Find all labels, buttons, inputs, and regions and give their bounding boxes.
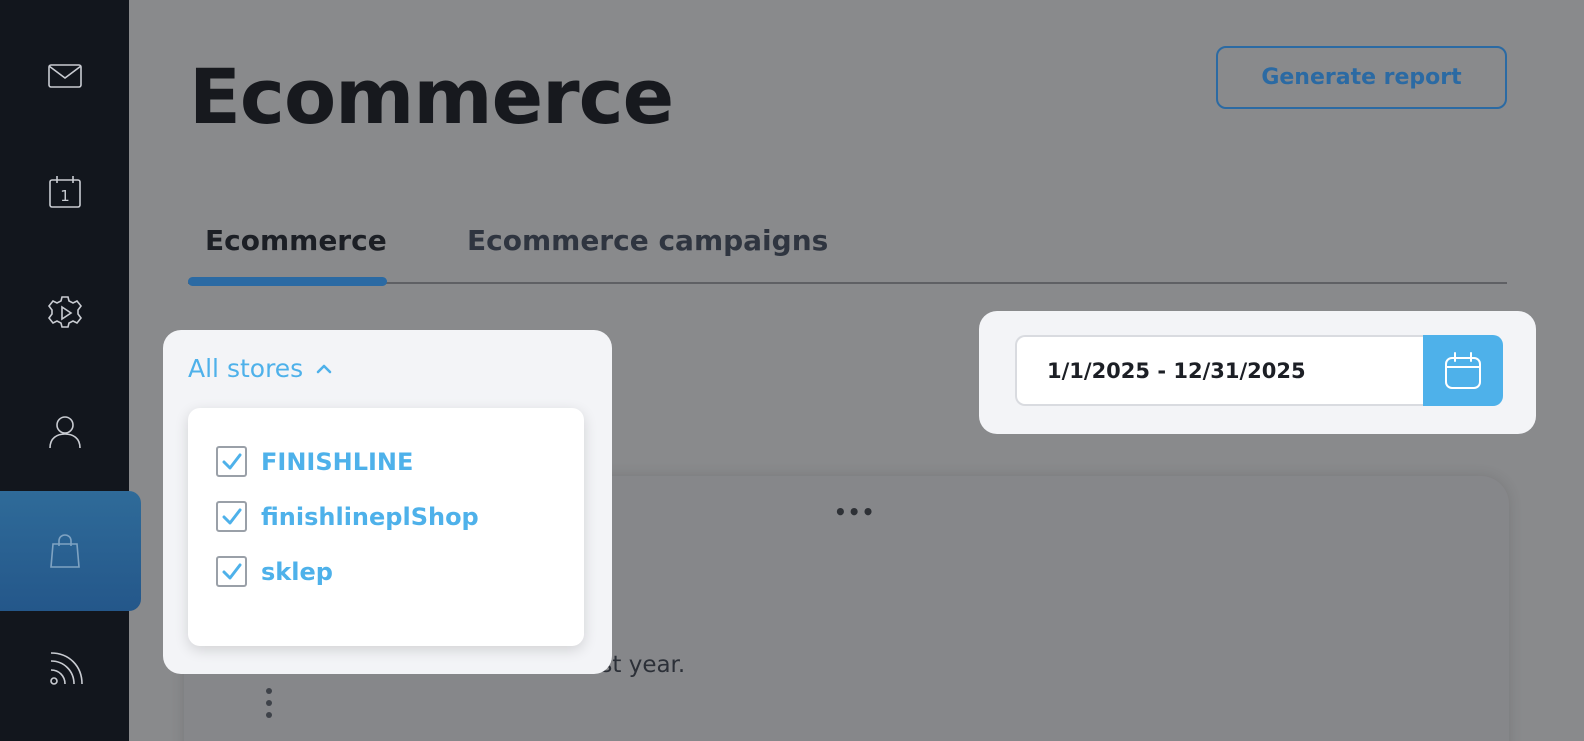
checkmark-icon <box>222 508 241 524</box>
kebab-menu-icon[interactable] <box>266 688 274 724</box>
tab-bar: Ecommerce Ecommerce campaigns <box>188 220 1507 286</box>
store-checkbox[interactable] <box>216 446 247 477</box>
sidebar-item-calendar[interactable]: 1 <box>0 160 129 224</box>
calendar-day-icon: 1 <box>48 176 81 208</box>
date-range-panel: 1/1/2025 - 12/31/2025 <box>979 311 1536 434</box>
sidebar: 1 <box>0 0 141 741</box>
checkmark-icon <box>222 563 241 579</box>
date-range-input[interactable]: 1/1/2025 - 12/31/2025 <box>1015 335 1424 406</box>
user-icon <box>48 416 81 449</box>
shopping-bag-icon <box>49 534 80 568</box>
rss-icon <box>49 652 83 685</box>
store-option-label: sklep <box>261 557 333 586</box>
checkmark-icon <box>222 453 241 469</box>
store-option-label: FINISHLINE <box>261 447 414 476</box>
store-option-finishlineplshop[interactable]: finishlineplShop <box>216 501 479 532</box>
sidebar-item-contacts[interactable] <box>0 400 129 464</box>
store-option-label: finishlineplShop <box>261 502 479 531</box>
generate-report-button[interactable]: Generate report <box>1216 46 1507 109</box>
active-tab-indicator <box>188 277 387 286</box>
store-option-sklep[interactable]: sklep <box>216 556 333 587</box>
svg-text:1: 1 <box>60 187 70 205</box>
store-list: FINISHLINE finishlineplShop sklep <box>188 408 584 646</box>
store-checkbox[interactable] <box>216 501 247 532</box>
tab-ecommerce[interactable]: Ecommerce <box>205 224 387 257</box>
sidebar-item-automation[interactable] <box>0 281 129 345</box>
page-title: Ecommerce <box>189 52 674 141</box>
drag-handle-icon[interactable]: ••• <box>834 500 875 524</box>
tab-ecommerce-campaigns[interactable]: Ecommerce campaigns <box>467 224 828 257</box>
store-checkbox[interactable] <box>216 556 247 587</box>
calendar-icon <box>1445 351 1481 389</box>
chevron-up-icon <box>316 364 332 373</box>
sidebar-item-ecommerce[interactable] <box>0 491 141 611</box>
mail-icon <box>47 64 82 88</box>
store-filter-panel: All stores FINISHLINE finishlineplShop s… <box>163 330 612 674</box>
sidebar-item-feeds[interactable] <box>0 638 129 702</box>
store-option-finishline[interactable]: FINISHLINE <box>216 446 413 477</box>
date-picker-button[interactable] <box>1423 335 1503 406</box>
store-filter-label: All stores <box>188 354 304 383</box>
gear-play-icon <box>47 296 82 328</box>
sidebar-item-mail[interactable] <box>0 44 129 108</box>
store-filter-toggle[interactable]: All stores <box>188 354 335 383</box>
